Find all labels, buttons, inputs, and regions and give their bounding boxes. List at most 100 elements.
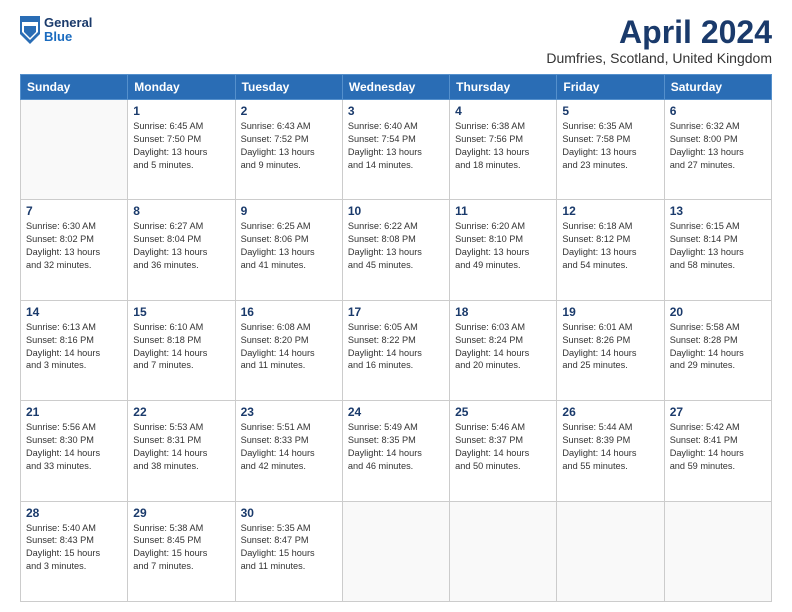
day-number: 11 <box>455 204 551 218</box>
calendar-cell <box>664 501 771 601</box>
calendar-cell: 28 Sunrise: 5:40 AMSunset: 8:43 PMDayligh… <box>21 501 128 601</box>
day-info: Sunrise: 6:01 AMSunset: 8:26 PMDaylight:… <box>562 321 658 373</box>
day-number: 24 <box>348 405 444 419</box>
day-info: Sunrise: 5:53 AMSunset: 8:31 PMDaylight:… <box>133 421 229 473</box>
calendar-header-wednesday: Wednesday <box>342 75 449 100</box>
calendar-header-thursday: Thursday <box>450 75 557 100</box>
title-block: April 2024 Dumfries, Scotland, United Ki… <box>546 16 772 66</box>
logo-general: General <box>44 16 92 30</box>
day-info: Sunrise: 6:20 AMSunset: 8:10 PMDaylight:… <box>455 220 551 272</box>
calendar-cell: 11 Sunrise: 6:20 AMSunset: 8:10 PMDayligh… <box>450 200 557 300</box>
day-number: 8 <box>133 204 229 218</box>
day-number: 28 <box>26 506 122 520</box>
calendar-cell: 1 Sunrise: 6:45 AMSunset: 7:50 PMDaylight… <box>128 100 235 200</box>
calendar-cell: 24 Sunrise: 5:49 AMSunset: 8:35 PMDayligh… <box>342 401 449 501</box>
calendar-week-5: 28 Sunrise: 5:40 AMSunset: 8:43 PMDayligh… <box>21 501 772 601</box>
day-info: Sunrise: 6:30 AMSunset: 8:02 PMDaylight:… <box>26 220 122 272</box>
calendar-cell: 26 Sunrise: 5:44 AMSunset: 8:39 PMDayligh… <box>557 401 664 501</box>
calendar-cell <box>342 501 449 601</box>
day-number: 9 <box>241 204 337 218</box>
calendar-cell: 20 Sunrise: 5:58 AMSunset: 8:28 PMDayligh… <box>664 300 771 400</box>
day-number: 14 <box>26 305 122 319</box>
day-info: Sunrise: 5:40 AMSunset: 8:43 PMDaylight:… <box>26 522 122 574</box>
calendar-week-1: 1 Sunrise: 6:45 AMSunset: 7:50 PMDaylight… <box>21 100 772 200</box>
day-info: Sunrise: 5:44 AMSunset: 8:39 PMDaylight:… <box>562 421 658 473</box>
day-info: Sunrise: 6:10 AMSunset: 8:18 PMDaylight:… <box>133 321 229 373</box>
day-number: 3 <box>348 104 444 118</box>
calendar-cell: 21 Sunrise: 5:56 AMSunset: 8:30 PMDayligh… <box>21 401 128 501</box>
day-info: Sunrise: 6:27 AMSunset: 8:04 PMDaylight:… <box>133 220 229 272</box>
calendar-header-tuesday: Tuesday <box>235 75 342 100</box>
calendar-cell: 9 Sunrise: 6:25 AMSunset: 8:06 PMDaylight… <box>235 200 342 300</box>
day-number: 21 <box>26 405 122 419</box>
day-info: Sunrise: 5:56 AMSunset: 8:30 PMDaylight:… <box>26 421 122 473</box>
day-number: 1 <box>133 104 229 118</box>
day-number: 27 <box>670 405 766 419</box>
day-number: 17 <box>348 305 444 319</box>
calendar-cell: 5Sunrise: 6:35 AMSunset: 7:58 PMDaylight… <box>557 100 664 200</box>
day-info: Sunrise: 5:38 AMSunset: 8:45 PMDaylight:… <box>133 522 229 574</box>
day-number: 20 <box>670 305 766 319</box>
calendar-cell: 25Sunrise: 5:46 AMSunset: 8:37 PMDayligh… <box>450 401 557 501</box>
logo: General Blue <box>20 16 92 45</box>
calendar-header-saturday: Saturday <box>664 75 771 100</box>
calendar-cell: 2 Sunrise: 6:43 AMSunset: 7:52 PMDaylight… <box>235 100 342 200</box>
page: General Blue April 2024 Dumfries, Scotla… <box>0 0 792 612</box>
day-number: 12 <box>562 204 658 218</box>
month-title: April 2024 <box>546 16 772 48</box>
day-number: 15 <box>133 305 229 319</box>
calendar-cell: 14 Sunrise: 6:13 AMSunset: 8:16 PMDayligh… <box>21 300 128 400</box>
calendar-cell: 3 Sunrise: 6:40 AMSunset: 7:54 PMDaylight… <box>342 100 449 200</box>
day-info: Sunrise: 6:25 AMSunset: 8:06 PMDaylight:… <box>241 220 337 272</box>
calendar-week-4: 21 Sunrise: 5:56 AMSunset: 8:30 PMDayligh… <box>21 401 772 501</box>
calendar-cell: 19 Sunrise: 6:01 AMSunset: 8:26 PMDayligh… <box>557 300 664 400</box>
calendar-cell: 18Sunrise: 6:03 AMSunset: 8:24 PMDayligh… <box>450 300 557 400</box>
calendar-cell: 27 Sunrise: 5:42 AMSunset: 8:41 PMDayligh… <box>664 401 771 501</box>
day-info: Sunrise: 6:15 AMSunset: 8:14 PMDaylight:… <box>670 220 766 272</box>
day-info: Sunrise: 5:49 AMSunset: 8:35 PMDaylight:… <box>348 421 444 473</box>
day-info: Sunrise: 6:43 AMSunset: 7:52 PMDaylight:… <box>241 120 337 172</box>
day-number: 16 <box>241 305 337 319</box>
day-number: 4 <box>455 104 551 118</box>
calendar-table: SundayMondayTuesdayWednesdayThursdayFrid… <box>20 74 772 602</box>
day-number: 19 <box>562 305 658 319</box>
day-info: Sunrise: 5:42 AMSunset: 8:41 PMDaylight:… <box>670 421 766 473</box>
day-info: Sunrise: 6:35 AMSunset: 7:58 PMDaylight:… <box>562 120 658 172</box>
day-number: 18 <box>455 305 551 319</box>
header: General Blue April 2024 Dumfries, Scotla… <box>20 16 772 66</box>
location: Dumfries, Scotland, United Kingdom <box>546 50 772 66</box>
calendar-cell: 23Sunrise: 5:51 AMSunset: 8:33 PMDayligh… <box>235 401 342 501</box>
day-number: 30 <box>241 506 337 520</box>
day-number: 2 <box>241 104 337 118</box>
calendar-header-row: SundayMondayTuesdayWednesdayThursdayFrid… <box>21 75 772 100</box>
day-info: Sunrise: 5:58 AMSunset: 8:28 PMDaylight:… <box>670 321 766 373</box>
day-number: 26 <box>562 405 658 419</box>
day-info: Sunrise: 6:08 AMSunset: 8:20 PMDaylight:… <box>241 321 337 373</box>
calendar-cell: 6Sunrise: 6:32 AMSunset: 8:00 PMDaylight… <box>664 100 771 200</box>
calendar-cell <box>557 501 664 601</box>
calendar-cell: 29 Sunrise: 5:38 AMSunset: 8:45 PMDayligh… <box>128 501 235 601</box>
calendar-cell <box>450 501 557 601</box>
calendar-cell: 10Sunrise: 6:22 AMSunset: 8:08 PMDayligh… <box>342 200 449 300</box>
calendar-cell: 13 Sunrise: 6:15 AMSunset: 8:14 PMDayligh… <box>664 200 771 300</box>
calendar-cell <box>21 100 128 200</box>
calendar-cell: 15 Sunrise: 6:10 AMSunset: 8:18 PMDayligh… <box>128 300 235 400</box>
calendar-header-sunday: Sunday <box>21 75 128 100</box>
day-info: Sunrise: 6:45 AMSunset: 7:50 PMDaylight:… <box>133 120 229 172</box>
day-info: Sunrise: 6:40 AMSunset: 7:54 PMDaylight:… <box>348 120 444 172</box>
calendar-cell: 12 Sunrise: 6:18 AMSunset: 8:12 PMDayligh… <box>557 200 664 300</box>
day-info: Sunrise: 6:22 AMSunset: 8:08 PMDaylight:… <box>348 220 444 272</box>
day-number: 7 <box>26 204 122 218</box>
calendar-header-monday: Monday <box>128 75 235 100</box>
day-number: 29 <box>133 506 229 520</box>
calendar-cell: 22Sunrise: 5:53 AMSunset: 8:31 PMDayligh… <box>128 401 235 501</box>
logo-blue: Blue <box>44 30 92 44</box>
day-info: Sunrise: 6:13 AMSunset: 8:16 PMDaylight:… <box>26 321 122 373</box>
day-info: Sunrise: 5:51 AMSunset: 8:33 PMDaylight:… <box>241 421 337 473</box>
calendar-cell: 30Sunrise: 5:35 AMSunset: 8:47 PMDayligh… <box>235 501 342 601</box>
day-number: 6 <box>670 104 766 118</box>
day-info: Sunrise: 6:18 AMSunset: 8:12 PMDaylight:… <box>562 220 658 272</box>
calendar-cell: 8 Sunrise: 6:27 AMSunset: 8:04 PMDaylight… <box>128 200 235 300</box>
calendar-cell: 7 Sunrise: 6:30 AMSunset: 8:02 PMDaylight… <box>21 200 128 300</box>
day-number: 13 <box>670 204 766 218</box>
